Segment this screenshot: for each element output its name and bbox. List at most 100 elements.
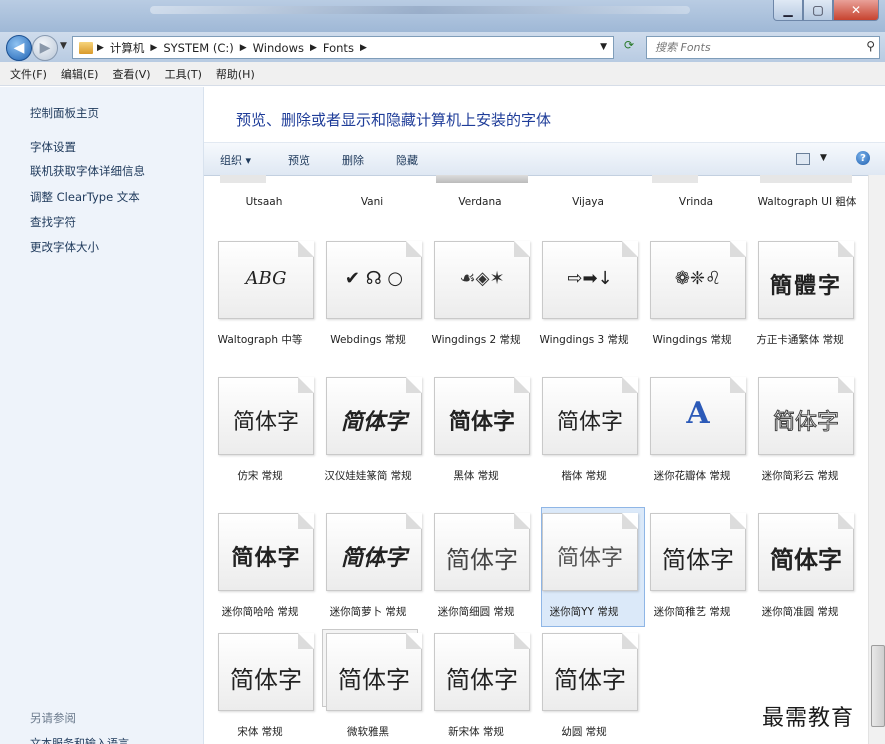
- font-thumbnail[interactable]: 简体字: [650, 513, 746, 591]
- sidebar-item-change-font-size[interactable]: 更改字体大小: [30, 239, 99, 255]
- breadcrumb-separator[interactable]: ▶: [310, 43, 317, 53]
- font-item[interactable]: 简体字 微软雅黑: [312, 633, 422, 744]
- font-thumbnail[interactable]: 简体字: [434, 513, 530, 591]
- sidebar-item-font-settings[interactable]: 字体设置: [30, 139, 76, 155]
- hide-button[interactable]: 隐藏: [396, 152, 418, 168]
- sidebar-item-get-font-info-online[interactable]: 联机获取字体详细信息: [30, 163, 145, 179]
- navigation-bar: ◀ ▶ ▼ ▶ 计算机 ▶ SYSTEM (C:) ▶ Windows ▶ Fo…: [0, 32, 885, 62]
- font-item-vani[interactable]: Vani: [316, 195, 428, 209]
- delete-button[interactable]: 删除: [342, 152, 364, 168]
- font-item[interactable]: 简体字 迷你简YY 常规: [528, 513, 638, 631]
- search-input[interactable]: [653, 37, 847, 58]
- view-options-dropdown[interactable]: ▼: [820, 153, 827, 163]
- menu-file[interactable]: 文件(F): [10, 66, 47, 82]
- font-item[interactable]: 简体字 迷你简哈哈 常规: [204, 513, 314, 631]
- font-item-vijaya[interactable]: Vijaya: [532, 195, 644, 209]
- breadcrumb-windows[interactable]: Windows: [253, 41, 304, 55]
- font-thumbnail[interactable]: ABG: [218, 241, 314, 319]
- font-thumbnail[interactable]: 简体字: [326, 513, 422, 591]
- back-button[interactable]: ◀: [6, 35, 32, 61]
- breadcrumb-drive[interactable]: SYSTEM (C:): [163, 41, 233, 55]
- maximize-button[interactable]: ▢: [803, 0, 833, 21]
- refresh-icon: ⟳: [623, 38, 635, 52]
- recent-pages-dropdown[interactable]: ▼: [60, 41, 67, 51]
- font-thumbnail[interactable]: 简体字: [326, 377, 422, 455]
- refresh-button[interactable]: ⟳: [618, 38, 640, 56]
- font-item[interactable]: 简体字 仿宋 常规: [204, 377, 314, 495]
- font-thumbnail[interactable]: ⇨➡↓: [542, 241, 638, 319]
- font-item[interactable]: 簡體字 方正卡通繁体 常规: [744, 241, 854, 359]
- font-name-label: 宋体 常规: [237, 726, 283, 738]
- sidebar-item-find-character[interactable]: 查找字符: [30, 214, 76, 230]
- breadcrumb-separator[interactable]: ▶: [240, 43, 247, 53]
- address-dropdown[interactable]: ▼: [600, 42, 607, 52]
- font-item[interactable]: ✔ ☊ ○ Webdings 常规: [312, 241, 422, 359]
- menu-tools[interactable]: 工具(T): [165, 66, 202, 82]
- font-item[interactable]: A 迷你花瓣体 常规: [636, 377, 746, 495]
- font-item[interactable]: 简体字 迷你简准圆 常规: [744, 513, 854, 631]
- font-item[interactable]: ⇨➡↓ Wingdings 3 常规: [528, 241, 638, 359]
- breadcrumb-fonts[interactable]: Fonts: [323, 41, 354, 55]
- font-item-vrinda[interactable]: Vrinda: [640, 195, 752, 209]
- search-icon[interactable]: ⚲: [866, 39, 875, 53]
- font-item[interactable]: 简体字 幼圆 常规: [528, 633, 638, 744]
- font-thumbnail[interactable]: ❁❈♌: [650, 241, 746, 319]
- font-item[interactable]: ☙◈✶ Wingdings 2 常规: [420, 241, 530, 359]
- preview-button[interactable]: 预览: [288, 152, 310, 168]
- sidebar-item-control-panel-home[interactable]: 控制面板主页: [30, 105, 99, 121]
- font-thumbnail[interactable]: 简体字: [326, 633, 422, 711]
- font-thumbnail[interactable]: 简体字: [542, 633, 638, 711]
- font-thumbnail[interactable]: 簡體字: [758, 241, 854, 319]
- font-thumbnail[interactable]: 简体字: [434, 377, 530, 455]
- font-item-waltograph-ui[interactable]: Waltograph UI 粗体: [748, 195, 866, 209]
- sidebar-item-adjust-cleartype[interactable]: 调整 ClearType 文本: [30, 189, 140, 205]
- font-name-label: 迷你简稚艺 常规: [653, 606, 731, 618]
- font-item[interactable]: 简体字 黑体 常规: [420, 377, 530, 495]
- help-icon[interactable]: ?: [856, 151, 870, 165]
- menu-view[interactable]: 查看(V): [112, 66, 150, 82]
- font-item-utsaah[interactable]: Utsaah: [208, 195, 320, 209]
- font-item-verdana[interactable]: Verdana: [424, 195, 536, 209]
- forward-button[interactable]: ▶: [32, 35, 58, 61]
- breadcrumb-separator[interactable]: ▶: [97, 43, 104, 53]
- font-item[interactable]: ❁❈♌ Wingdings 常规: [636, 241, 746, 359]
- search-box[interactable]: ⚲: [646, 36, 880, 59]
- font-item[interactable]: 简体字 新宋体 常规: [420, 633, 530, 744]
- view-options-icon[interactable]: [796, 153, 810, 165]
- menu-edit[interactable]: 编辑(E): [61, 66, 99, 82]
- partial-thumbnail: [220, 175, 266, 183]
- font-item[interactable]: 简体字 汉仪娃娃篆简 常规: [312, 377, 422, 495]
- address-bar[interactable]: ▶ 计算机 ▶ SYSTEM (C:) ▶ Windows ▶ Fonts ▶ …: [72, 36, 614, 59]
- font-thumbnail[interactable]: 简体字: [218, 513, 314, 591]
- font-item[interactable]: 简体字 楷体 常规: [528, 377, 638, 495]
- close-button[interactable]: ✕: [833, 0, 879, 21]
- font-thumbnail[interactable]: 简体字: [434, 633, 530, 711]
- font-thumbnail[interactable]: 简体字: [542, 513, 638, 591]
- vertical-scrollbar[interactable]: [868, 175, 885, 744]
- sidebar-item-text-services[interactable]: 文本服务和输入语言: [30, 735, 129, 744]
- font-item[interactable]: 简体字迷你简稚艺 常规: [636, 513, 746, 631]
- font-thumbnail[interactable]: 简体字: [218, 377, 314, 455]
- font-thumbnail[interactable]: 简体字: [758, 377, 854, 455]
- minimize-button[interactable]: ▁: [773, 0, 803, 21]
- font-thumbnail[interactable]: 简体字: [542, 377, 638, 455]
- font-sample-text: ☙◈✶: [459, 268, 505, 289]
- font-sample-text: 简体字: [340, 546, 407, 571]
- font-thumbnail[interactable]: 简体字: [218, 633, 314, 711]
- font-thumbnail[interactable]: ✔ ☊ ○: [326, 241, 422, 319]
- font-item[interactable]: 简体字 迷你简细圆 常规: [420, 513, 530, 631]
- scroll-thumb[interactable]: [871, 645, 885, 727]
- font-item[interactable]: 简体字 迷你简彩云 常规: [744, 377, 854, 495]
- font-item[interactable]: ABG Waltograph 中等: [204, 241, 314, 359]
- font-sample-text: ABG: [245, 268, 287, 289]
- font-thumbnail[interactable]: ☙◈✶: [434, 241, 530, 319]
- menu-help[interactable]: 帮助(H): [216, 66, 255, 82]
- font-thumbnail[interactable]: 简体字: [758, 513, 854, 591]
- font-item[interactable]: 简体字宋体 常规: [204, 633, 314, 744]
- font-item[interactable]: 简体字 迷你简萝卜 常规: [312, 513, 422, 631]
- organize-button[interactable]: 组织 ▾: [220, 152, 251, 168]
- breadcrumb-computer[interactable]: 计算机: [110, 40, 145, 56]
- breadcrumb-separator[interactable]: ▶: [360, 43, 367, 53]
- font-thumbnail[interactable]: A: [650, 377, 746, 455]
- breadcrumb-separator[interactable]: ▶: [150, 43, 157, 53]
